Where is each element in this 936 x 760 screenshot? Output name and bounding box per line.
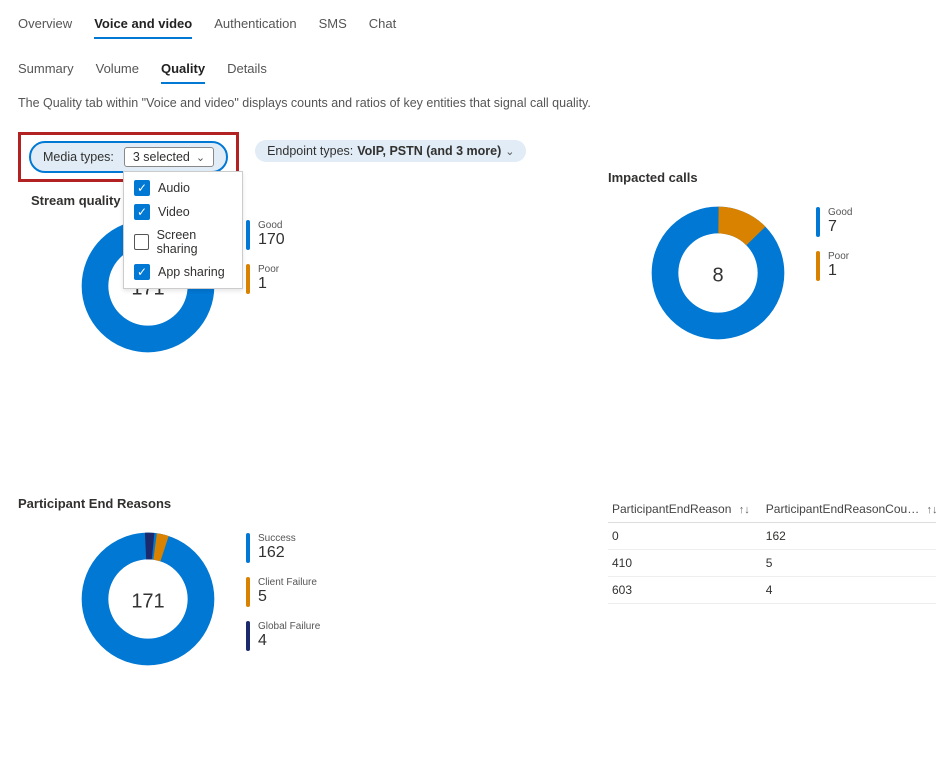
endpoint-types-label: Endpoint types:: [267, 144, 353, 158]
media-types-select[interactable]: 3 selected ⌄: [124, 147, 214, 167]
table-header-bar: [754, 496, 762, 523]
end-reason-table: ParticipantEndReason ↑↓ ParticipantEndRe…: [608, 496, 936, 604]
tab-authentication[interactable]: Authentication: [214, 10, 296, 39]
chevron-down-icon: ⌄: [196, 151, 205, 164]
media-types-filter[interactable]: Media types: 3 selected ⌄: [31, 143, 226, 171]
cell-count: 5: [762, 550, 936, 577]
checkbox-icon: [134, 234, 149, 250]
legend-value: 5: [258, 588, 317, 606]
legend-item: Good 7: [816, 207, 852, 237]
legend-value: 170: [258, 231, 285, 249]
media-types-label: Media types:: [43, 150, 114, 164]
legend-item: Good 170: [246, 220, 285, 250]
chevron-down-icon: ⌄: [505, 145, 514, 158]
legend-item: Success 162: [246, 533, 320, 563]
cell-reason: 0: [608, 523, 754, 550]
sub-tabs: Summary Volume Quality Details: [18, 55, 918, 84]
legend-item: Poor 1: [246, 264, 285, 294]
table-row[interactable]: 0 162: [608, 523, 936, 550]
checkbox-icon: ✓: [134, 204, 150, 220]
quality-description: The Quality tab within "Voice and video"…: [18, 96, 918, 110]
legend-value: 1: [258, 275, 279, 293]
legend-item: Global Failure 4: [246, 621, 320, 651]
participant-end-reasons-legend: Success 162 Client Failure 5 Global Fail…: [246, 533, 320, 651]
participant-end-reasons-donut: 171: [78, 529, 218, 669]
participant-end-reasons-title: Participant End Reasons: [18, 496, 448, 511]
legend-label: Global Failure: [258, 621, 320, 632]
highlight-box: Media types: 3 selected ⌄ ✓ Audio ✓ Vide…: [18, 132, 239, 182]
subtab-volume[interactable]: Volume: [96, 55, 139, 84]
sort-icon[interactable]: ↑↓: [739, 504, 750, 516]
legend-value: 162: [258, 544, 296, 562]
cell-count: 162: [762, 523, 936, 550]
media-option-app-sharing[interactable]: ✓ App sharing: [124, 260, 242, 284]
media-option-label: Screen sharing: [157, 228, 232, 256]
checkbox-icon: ✓: [134, 180, 150, 196]
media-option-video[interactable]: ✓ Video: [124, 200, 242, 224]
media-types-dropdown: ✓ Audio ✓ Video Screen sharing ✓ App sha…: [123, 171, 243, 289]
tab-sms[interactable]: SMS: [319, 10, 347, 39]
stream-quality-title: Stream quality: [31, 193, 121, 208]
subtab-summary[interactable]: Summary: [18, 55, 74, 84]
cell-count: 4: [762, 577, 936, 604]
tab-chat[interactable]: Chat: [369, 10, 396, 39]
legend-value: 4: [258, 632, 320, 650]
header-text: ParticipantEndReason: [612, 502, 731, 516]
legend-value: 7: [828, 218, 852, 236]
legend-label: Poor: [828, 251, 849, 262]
legend-item: Poor 1: [816, 251, 852, 281]
tab-overview[interactable]: Overview: [18, 10, 72, 39]
media-types-selected-text: 3 selected: [133, 150, 190, 164]
table-row[interactable]: 603 4: [608, 577, 936, 604]
table-header-count[interactable]: ParticipantEndReasonCou… ↑↓: [762, 496, 936, 523]
impacted-calls-panel: 8 Good 7 Poor 1: [648, 203, 936, 343]
impacted-calls-title: Impacted calls: [608, 170, 936, 185]
checkbox-icon: ✓: [134, 264, 150, 280]
legend-label: Client Failure: [258, 577, 317, 588]
endpoint-types-value: VoIP, PSTN (and 3 more): [357, 144, 501, 158]
tab-voice-and-video[interactable]: Voice and video: [94, 10, 192, 39]
svg-text:171: 171: [131, 591, 164, 613]
sort-icon[interactable]: ↑↓: [927, 504, 936, 516]
table-header-reason[interactable]: ParticipantEndReason ↑↓: [608, 496, 754, 523]
media-option-label: Audio: [158, 181, 190, 195]
legend-label: Good: [258, 220, 285, 231]
endpoint-types-filter[interactable]: Endpoint types: VoIP, PSTN (and 3 more) …: [255, 140, 526, 162]
legend-value: 1: [828, 262, 849, 280]
media-option-label: App sharing: [158, 265, 225, 279]
participant-end-reasons-panel: 171 Success 162 Client Failure 5 Global …: [78, 529, 448, 669]
impacted-calls-legend: Good 7 Poor 1: [816, 207, 852, 281]
subtab-quality[interactable]: Quality: [161, 55, 205, 84]
svg-text:8: 8: [712, 265, 723, 287]
media-option-screen-sharing[interactable]: Screen sharing: [124, 224, 242, 260]
table-row[interactable]: 410 5: [608, 550, 936, 577]
legend-label: Good: [828, 207, 852, 218]
cell-reason: 410: [608, 550, 754, 577]
subtab-details[interactable]: Details: [227, 55, 267, 84]
media-option-label: Video: [158, 205, 190, 219]
legend-label: Poor: [258, 264, 279, 275]
media-option-audio[interactable]: ✓ Audio: [124, 176, 242, 200]
top-tabs: Overview Voice and video Authentication …: [18, 10, 918, 39]
cell-reason: 603: [608, 577, 754, 604]
legend-item: Client Failure 5: [246, 577, 320, 607]
stream-quality-legend: Good 170 Poor 1: [246, 220, 285, 294]
legend-label: Success: [258, 533, 296, 544]
impacted-calls-donut: 8: [648, 203, 788, 343]
header-text: ParticipantEndReasonCou…: [766, 502, 919, 516]
